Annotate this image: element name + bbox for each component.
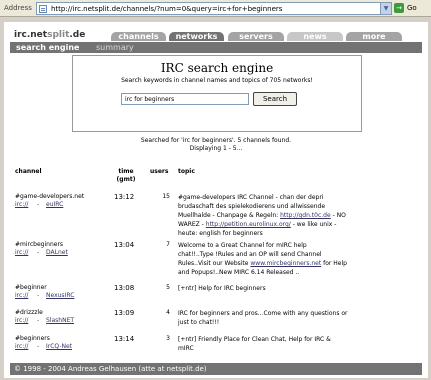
separator: - [37, 249, 40, 256]
channel-topic: Welcome to a Great Channel for mIRC help… [178, 242, 347, 276]
channel-time: 13:09 [114, 309, 135, 317]
channel-topic: IRC for beginners and pros...Come with a… [178, 310, 348, 326]
channel-users: 3 [166, 335, 170, 342]
chevron-down-icon[interactable]: ▼ [380, 3, 391, 14]
results-range: Displaying 1 - 5... [189, 145, 243, 152]
network-link[interactable]: IrCQ-Net [46, 343, 72, 350]
column-header-topic: topic [178, 168, 195, 175]
subnav-search-engine[interactable]: search engine [16, 43, 79, 52]
channel-time: 13:04 [114, 241, 135, 249]
channel-users: 7 [166, 241, 170, 248]
address-bar: Address http://irc.netsplit.de/channels/… [0, 0, 431, 17]
page-footer: © 1998 - 2004 Andreas Gelhausen (atte at… [10, 363, 422, 375]
search-panel: IRC search engine Search keywords in cha… [72, 55, 362, 132]
copyright-text: © 1998 - 2004 Andreas Gelhausen (atte at… [14, 365, 207, 373]
channel-name[interactable]: #beginners [15, 335, 50, 342]
search-description: Search keywords in channel names and top… [121, 77, 313, 84]
search-button[interactable]: Search [253, 92, 297, 106]
separator: - [37, 343, 40, 350]
channel-time: 13:12 [114, 193, 135, 201]
column-header-channel: channel [15, 168, 42, 175]
channel-name[interactable]: #mircbeginners [15, 241, 63, 248]
search-input[interactable] [121, 93, 249, 105]
go-button[interactable]: → Go [394, 2, 428, 15]
channel-topic: [+ntr] Help for IRC beginners [178, 285, 266, 292]
topic-link[interactable]: www.mircbeginners.net [250, 260, 321, 267]
network-link[interactable]: DALnet [46, 249, 68, 256]
separator: - [37, 201, 40, 208]
network-link[interactable]: NexusIRC [46, 292, 74, 299]
channel-users: 15 [162, 193, 170, 200]
tab-servers[interactable]: servers [228, 32, 284, 41]
results-summary: Searched for 'irc for beginners'. 5 chan… [140, 137, 292, 144]
address-input[interactable]: http://irc.netsplit.de/channels/?num=0&q… [36, 2, 392, 15]
tab-networks[interactable]: networks [169, 32, 224, 41]
tab-channels[interactable]: channels [111, 32, 166, 41]
tab-news[interactable]: news [287, 32, 343, 41]
channel-topic: [+ntr] Friendly Place for Clean Chat, He… [178, 336, 331, 352]
separator: - [37, 317, 40, 324]
separator: - [37, 292, 40, 299]
address-url: http://irc.netsplit.de/channels/?num=0&q… [51, 5, 283, 13]
irc-link[interactable]: irc:// [15, 201, 28, 208]
channel-time: 13:14 [114, 335, 135, 343]
channel-time: 13:08 [114, 284, 135, 292]
channel-name[interactable]: #game-developers.net [15, 193, 84, 200]
network-link[interactable]: SlashNET [46, 317, 74, 324]
address-label: Address [4, 4, 32, 12]
channel-users: 4 [166, 309, 170, 316]
irc-link[interactable]: irc:// [15, 317, 28, 324]
topic-link[interactable]: http://petition.eurolinux.org/ [206, 221, 291, 228]
channel-topic: #game-developers IRC Channel - chan der … [178, 194, 346, 237]
page-icon [39, 5, 47, 13]
column-header-time: time [118, 168, 134, 175]
subnav-summary[interactable]: summary [96, 43, 134, 52]
irc-link[interactable]: irc:// [15, 292, 28, 299]
site-logo[interactable]: irc.netsplit.de [14, 30, 85, 40]
network-link[interactable]: euIRC [46, 201, 63, 208]
sub-navigation: search engine summary [10, 42, 422, 53]
go-arrow-icon: → [394, 3, 404, 13]
column-header-users: users [150, 168, 169, 175]
topic-link[interactable]: http://gdn.t0c.de [280, 212, 331, 219]
channel-name[interactable]: #beginner [15, 284, 47, 291]
tab-more[interactable]: more [346, 32, 402, 41]
search-title: IRC search engine [160, 61, 274, 75]
irc-link[interactable]: irc:// [15, 249, 28, 256]
column-header-time-unit: (gmt) [116, 176, 136, 183]
channel-name[interactable]: #drizzzle [15, 309, 43, 316]
web-page: irc.netsplit.de channels networks server… [4, 22, 428, 378]
channel-users: 5 [166, 284, 170, 291]
irc-link[interactable]: irc:// [15, 343, 28, 350]
